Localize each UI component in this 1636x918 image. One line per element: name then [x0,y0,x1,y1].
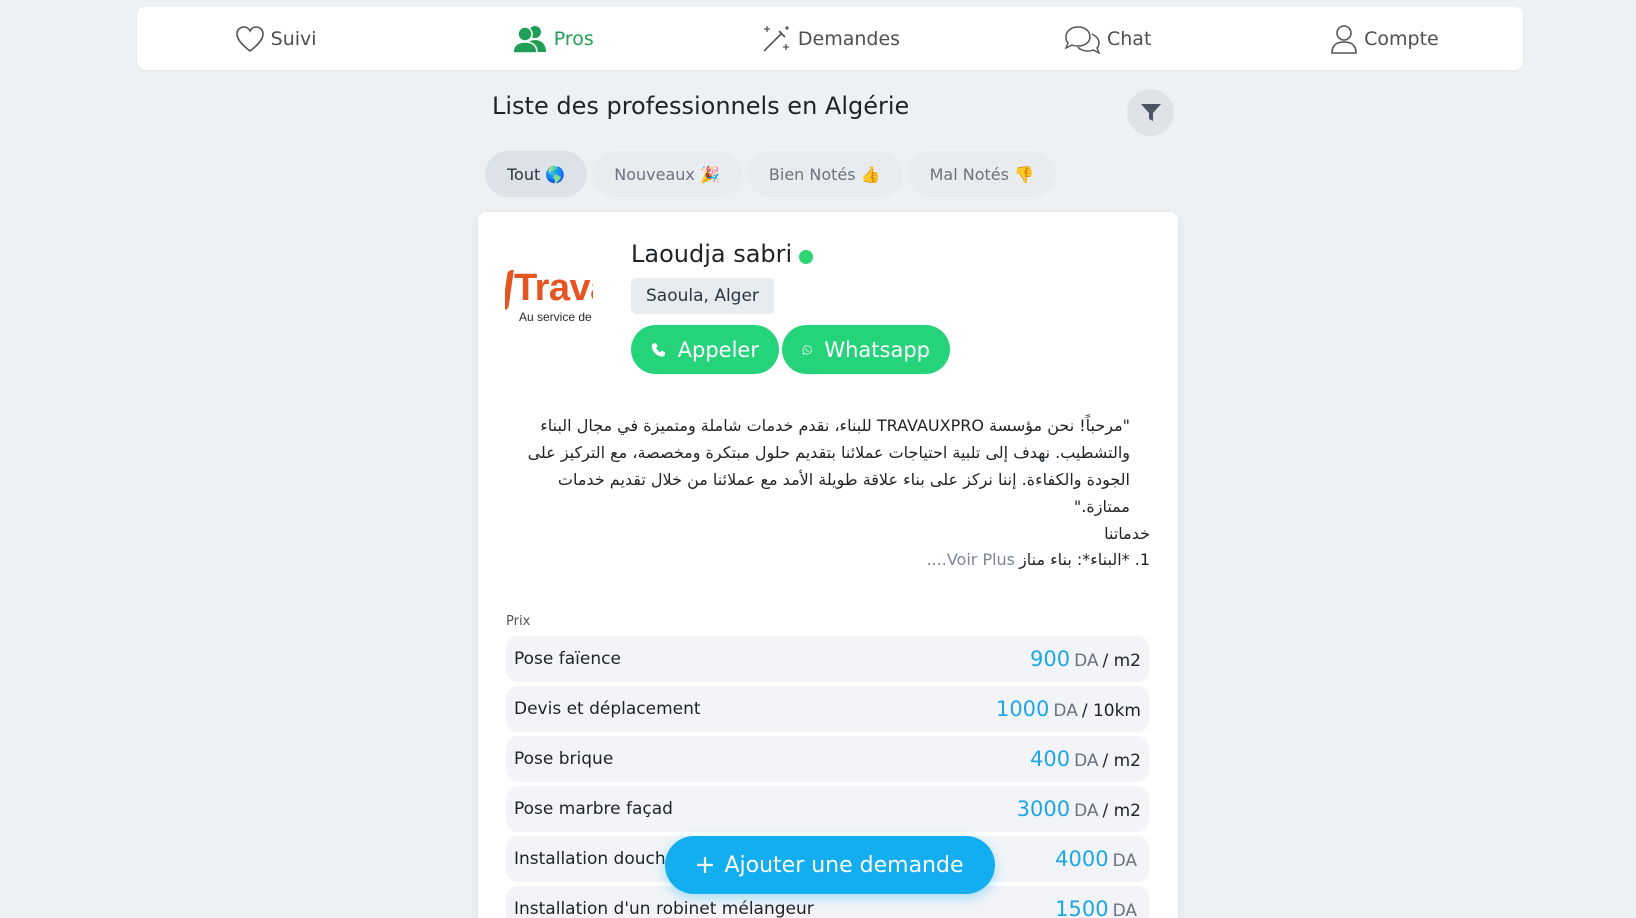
price-value: 1000 DA / 10km [996,697,1141,721]
whatsapp-button-label: Whatsapp [824,337,930,362]
price-unit: / m2 [1102,751,1141,771]
company-logo: Travaux Au service de [505,267,593,325]
nav-label: Pros [553,27,594,50]
voir-plus-link[interactable]: Voir Plus.... [927,550,1016,569]
pro-name: Laoudja sabri [631,240,814,268]
pro-name-text: Laoudja sabri [631,240,793,268]
price-value: 4000 DA [1055,847,1141,871]
nav-item-compte[interactable]: Compte [1246,7,1523,70]
call-button-label: Appeler [677,337,759,362]
nav-item-pros[interactable]: Pros [414,7,691,70]
price-value: 900 DA / m2 [1030,647,1141,671]
nav-label: Demandes [797,27,901,50]
nav-label: Compte [1364,27,1439,50]
price-service-name: Installation d'un robinet mélangeur [514,899,814,918]
user-icon [1331,24,1357,54]
price-amount: 900 [1029,647,1071,671]
price-amount: 3000 [1016,797,1071,821]
price-currency: DA [1074,801,1099,821]
filter-button[interactable] [1127,89,1174,136]
tab-nouveaux[interactable]: Nouveaux 🎉 [592,151,742,197]
plus-icon [697,857,714,873]
chat-bubbles-icon [1064,25,1101,54]
heart-icon [235,25,264,52]
whatsapp-icon [802,344,812,355]
tab-mal-notes[interactable]: Mal Notés 👎 [907,151,1056,197]
price-unit: / 10km [1081,701,1141,721]
price-currency: DA [1074,651,1099,671]
price-amount: 4000 [1055,847,1109,871]
price-currency: DA [1112,901,1137,918]
price-value: 1500 DA [1055,897,1141,918]
pro-description: "مرحباً! نحن مؤسسة TRAVAUXPRO للبناء، نق… [527,416,1130,516]
top-navigation: Suivi Pros Demandes Chat Compte [137,7,1523,70]
location-badge: Saoula, Alger [631,278,774,314]
add-request-label: Ajouter une demande [724,852,964,878]
price-row: Pose faïence 900 DA / m2 [506,636,1149,682]
nav-label: Chat [1107,27,1152,50]
price-value: 3000 DA / m2 [1017,797,1141,821]
services-first-item: 1. *البناء*: بناء مناز [1019,550,1150,569]
filter-tabs: Tout 🌎 Nouveaux 🎉 Bien Notés 👍 Mal Notés… [485,151,1056,197]
pro-card: Travaux Au service de Laoudja sabri Saou… [478,212,1178,918]
tab-tout[interactable]: Tout 🌎 [485,151,588,197]
phone-icon [651,342,665,357]
logo-accent-bar [505,270,514,310]
magic-wand-icon [763,25,789,52]
nav-label: Suivi [270,27,317,50]
price-row: Devis et déplacement 1000 DA / 10km [506,686,1149,732]
price-currency: DA [1053,701,1078,721]
price-amount: 1500 [1055,897,1109,918]
prix-label: Prix [506,614,531,629]
price-currency: DA [1074,751,1099,771]
price-service-name: Pose marbre façad [514,799,673,819]
tab-bien-notes[interactable]: Bien Notés 👍 [746,151,903,197]
price-service-name: Pose faïence [514,649,621,669]
price-row: Pose brique 400 DA / m2 [506,736,1149,782]
price-unit: / m2 [1102,651,1141,671]
users-icon [512,25,546,54]
price-amount: 400 [1029,747,1071,771]
price-unit: / m2 [1102,801,1141,821]
add-request-button[interactable]: Ajouter une demande [665,836,995,894]
services-preview: 1. *البناء*: بناء مناز Voir Plus.... [927,550,1151,569]
price-row: Pose marbre façad 3000 DA / m2 [506,786,1149,832]
nav-item-demandes[interactable]: Demandes [691,7,968,70]
logo-text: Travaux [514,267,593,309]
price-value: 400 DA / m2 [1030,747,1141,771]
online-status-dot [799,250,814,264]
price-currency: DA [1112,851,1137,871]
nav-item-chat[interactable]: Chat [969,7,1246,70]
price-amount: 1000 [995,697,1050,721]
page-title: Liste des professionnels en Algérie [492,92,910,120]
price-service-name: Pose brique [514,749,614,769]
price-service-name: Devis et déplacement [514,699,701,719]
filter-icon [1140,103,1161,121]
whatsapp-button[interactable]: Whatsapp [782,325,950,374]
call-button[interactable]: Appeler [631,325,779,374]
logo-subtitle: Au service de [519,310,592,324]
services-heading: خدماتنا [1104,524,1150,543]
nav-item-suivi[interactable]: Suivi [137,7,414,70]
